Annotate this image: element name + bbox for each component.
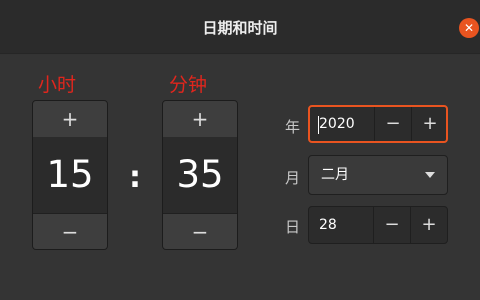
month-label: 月 bbox=[285, 169, 301, 187]
plus-icon: + bbox=[422, 113, 438, 134]
minute-decrement-button[interactable]: − bbox=[163, 213, 237, 249]
title-bar: 日期和时间 ✕ bbox=[0, 0, 480, 54]
minus-icon: − bbox=[385, 113, 401, 134]
dialog-title: 日期和时间 bbox=[202, 19, 278, 37]
year-field: 2020 − + bbox=[308, 105, 448, 143]
minute-increment-button[interactable]: + bbox=[163, 101, 237, 137]
plus-icon: + bbox=[191, 107, 209, 131]
month-selected-value: 二月 bbox=[321, 167, 349, 183]
day-decrement-button[interactable]: − bbox=[373, 207, 410, 243]
year-decrement-button[interactable]: − bbox=[374, 107, 411, 141]
minus-icon: − bbox=[384, 214, 400, 235]
hour-annotation: 小时 bbox=[38, 74, 77, 96]
minute-value[interactable]: 35 bbox=[163, 137, 237, 213]
year-label: 年 bbox=[285, 118, 301, 136]
plus-icon: + bbox=[61, 107, 79, 131]
close-button[interactable]: ✕ bbox=[459, 18, 479, 38]
close-icon: ✕ bbox=[463, 21, 475, 35]
hour-value[interactable]: 15 bbox=[33, 137, 107, 213]
chevron-down-icon bbox=[425, 172, 435, 178]
day-increment-button[interactable]: + bbox=[410, 207, 447, 243]
hour-increment-button[interactable]: + bbox=[33, 101, 107, 137]
time-separator: : bbox=[129, 160, 141, 195]
year-increment-button[interactable]: + bbox=[411, 107, 448, 141]
day-field: 28 − + bbox=[308, 206, 448, 244]
hour-decrement-button[interactable]: − bbox=[33, 213, 107, 249]
minus-icon: − bbox=[61, 220, 79, 244]
minute-annotation: 分钟 bbox=[169, 74, 208, 96]
day-label: 日 bbox=[285, 218, 301, 236]
minute-spinner: + 35 − bbox=[162, 100, 238, 250]
month-dropdown[interactable]: 二月 bbox=[308, 155, 448, 195]
minus-icon: − bbox=[191, 220, 209, 244]
plus-icon: + bbox=[421, 214, 437, 235]
year-input[interactable]: 2020 bbox=[319, 107, 355, 141]
day-input[interactable]: 28 bbox=[319, 207, 337, 243]
hour-spinner: + 15 − bbox=[32, 100, 108, 250]
